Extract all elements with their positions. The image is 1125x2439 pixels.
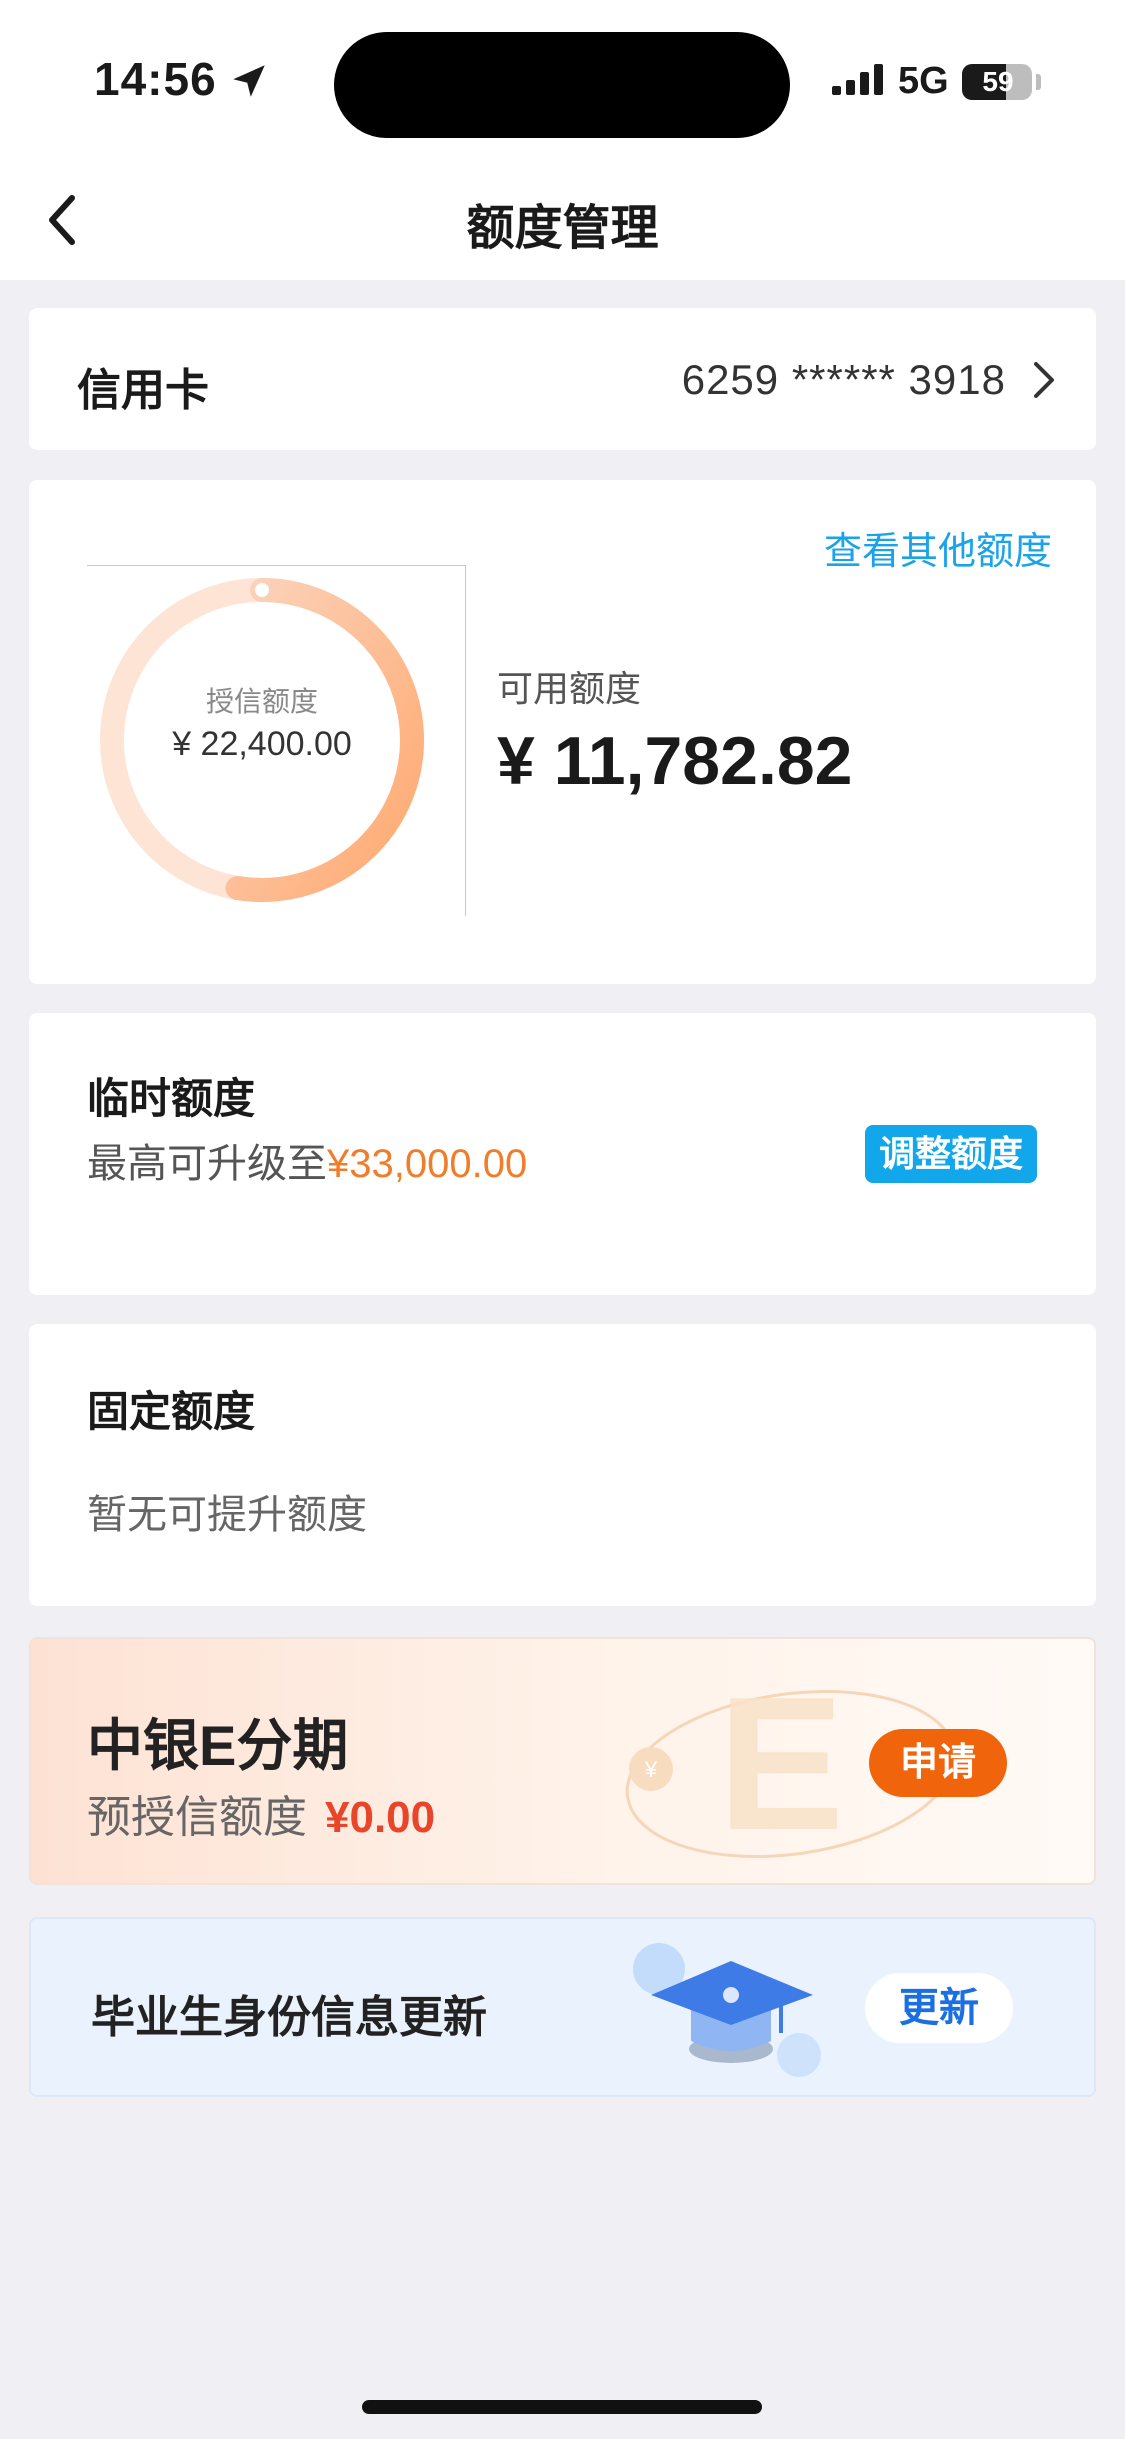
- limit-card: 查看其他额度 授信额度 ¥ 22,400.00 可用额度 ¥ 11,782.82: [29, 480, 1096, 984]
- e-installment-banner[interactable]: ¥ E 中银E分期 预授信额度 ¥0.00 申请: [29, 1637, 1096, 1885]
- status-bar: 14:56 5G 59: [0, 0, 1125, 160]
- installment-subtitle: 预授信额度 ¥0.00: [87, 1781, 435, 1845]
- credit-card-selector[interactable]: 信用卡 6259 ****** 3918: [29, 308, 1096, 450]
- home-indicator: [362, 2400, 762, 2414]
- fixed-limit-title: 固定额度: [87, 1388, 256, 1435]
- temporary-limit-card: 临时额度 最高可升级至¥33,000.00 调整额度: [29, 1013, 1096, 1295]
- battery-tip: [1036, 74, 1041, 90]
- apply-button[interactable]: 申请: [869, 1729, 1007, 1797]
- graduate-update-banner[interactable]: 毕业生身份信息更新 更新: [29, 1917, 1096, 2097]
- view-other-limits-link[interactable]: 查看其他额度: [824, 520, 1052, 575]
- location-arrow-icon: [233, 65, 265, 97]
- pre-credit-label: 预授信额度: [87, 1793, 307, 1842]
- battery-level: 59: [982, 66, 1014, 97]
- temporary-limit-subtitle: 最高可升级至¥33,000.00: [87, 1131, 527, 1189]
- signal-icon: [832, 64, 883, 95]
- card-type-label: 信用卡: [77, 366, 209, 415]
- svg-text:E: E: [718, 1659, 845, 1869]
- update-button[interactable]: 更新: [865, 1973, 1013, 2043]
- temporary-limit-title: 临时额度: [87, 1075, 256, 1122]
- adjust-limit-button[interactable]: 调整额度: [865, 1125, 1037, 1183]
- status-time: 14:56: [94, 53, 217, 105]
- page-title: 额度管理: [466, 202, 659, 255]
- svg-text:¥: ¥: [644, 1757, 658, 1782]
- upgrade-amount: ¥33,000.00: [327, 1142, 528, 1186]
- network-type: 5G: [898, 60, 949, 102]
- fixed-limit-subtitle: 暂无可提升额度: [87, 1493, 367, 1537]
- graduation-cap-icon: [633, 1943, 821, 2077]
- credit-limit-label: 授信额度: [205, 686, 318, 717]
- nav-bar: 额度管理: [0, 160, 1125, 280]
- fixed-limit-card: 固定额度 暂无可提升额度: [29, 1324, 1096, 1606]
- credit-limit-value: ¥ 22,400.00: [172, 725, 352, 763]
- upgrade-prefix: 最高可升级至: [87, 1142, 327, 1186]
- ring-start-dot: [255, 583, 269, 597]
- graduate-update-title: 毕业生身份信息更新: [91, 1993, 487, 2042]
- available-limit-label: 可用额度: [497, 668, 642, 709]
- card-number: 6259 ****** 3918: [681, 356, 1006, 403]
- dynamic-island: [334, 32, 790, 138]
- installment-title: 中银E分期: [87, 1714, 349, 1777]
- available-limit-value: ¥ 11,782.82: [497, 723, 853, 799]
- chevron-right-icon: [1034, 362, 1054, 398]
- pre-credit-amount: ¥0.00: [325, 1793, 436, 1842]
